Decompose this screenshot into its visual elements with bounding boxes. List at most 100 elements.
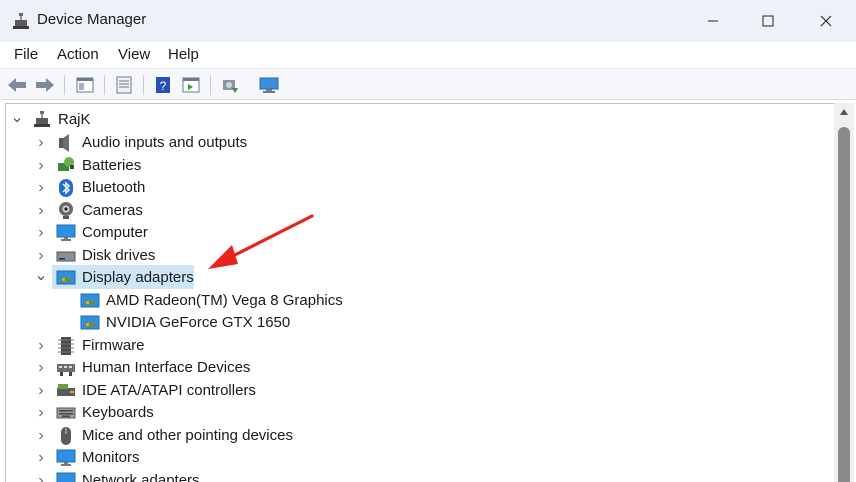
action-pane-button[interactable] [180, 74, 202, 96]
minimize-button[interactable] [685, 0, 741, 42]
menu-view[interactable]: View [118, 46, 150, 63]
toolbar: ? [0, 68, 856, 100]
maximize-icon [762, 15, 774, 27]
tree-item-monitors[interactable]: Monitors [82, 449, 140, 466]
ide-controller-icon [57, 383, 75, 396]
menu-bar: File Action View Help [0, 42, 856, 68]
svg-text:?: ? [160, 79, 167, 93]
expand-chevron[interactable] [36, 408, 46, 418]
tree-item-mice-and-other-pointing-devices[interactable]: Mice and other pointing devices [82, 427, 293, 444]
tree-child-item[interactable]: AMD Radeon(TM) Vega 8 Graphics [106, 292, 343, 309]
back-icon [8, 78, 26, 92]
display-adapter-device-icon [80, 315, 100, 330]
expand-chevron[interactable] [36, 431, 46, 441]
help-button[interactable]: ? [152, 74, 174, 96]
chevron-right-icon [39, 342, 44, 349]
close-button[interactable] [798, 0, 854, 42]
vertical-scrollbar[interactable] [834, 103, 854, 482]
properties-button[interactable] [113, 74, 135, 96]
expand-chevron[interactable] [36, 386, 46, 396]
camera-icon [59, 201, 73, 219]
window-title: Device Manager [37, 11, 147, 28]
scroll-up-button[interactable] [834, 105, 854, 119]
network-adapter-icon [56, 472, 76, 482]
update-driver-button[interactable] [219, 74, 241, 96]
collapse-chevron[interactable] [36, 273, 46, 283]
chevron-right-icon [39, 162, 44, 169]
tree-item-network-adapters[interactable]: Network adapters [82, 472, 200, 482]
chevron-down-icon [13, 118, 21, 123]
display-adapter-icon [56, 270, 76, 285]
chevron-right-icon [39, 184, 44, 192]
menu-file[interactable]: File [14, 46, 38, 63]
tree-item-disk-drives[interactable]: Disk drives [82, 247, 155, 264]
root-collapse-chevron[interactable] [12, 115, 22, 125]
expand-chevron[interactable] [36, 453, 46, 463]
tree-item-bluetooth[interactable]: Bluetooth [82, 179, 145, 196]
toolbar-separator [210, 75, 211, 95]
chevron-down-icon [37, 276, 45, 281]
tree-item-keyboards[interactable]: Keyboards [82, 404, 154, 421]
battery-icon [58, 156, 74, 171]
expand-chevron[interactable] [36, 476, 46, 482]
expand-chevron[interactable] [36, 138, 46, 148]
title-bar: Device Manager [0, 0, 856, 42]
scroll-up-arrow-icon [840, 109, 848, 115]
tree-item-human-interface-devices[interactable]: Human Interface Devices [82, 359, 250, 376]
expand-chevron[interactable] [36, 161, 46, 171]
annotation-arrow [208, 214, 314, 269]
chevron-right-icon [39, 229, 44, 237]
tree-item-firmware[interactable]: Firmware [82, 337, 145, 354]
expand-chevron[interactable] [36, 206, 46, 216]
toolbar-separator [104, 75, 105, 95]
chevron-right-icon [39, 432, 44, 439]
tree-item-batteries[interactable]: Batteries [82, 157, 141, 174]
mouse-icon [61, 426, 71, 445]
expand-chevron[interactable] [36, 363, 46, 373]
show-hide-tree-button[interactable] [74, 74, 96, 96]
tree-item-ide-ata-atapi-controllers[interactable]: IDE ATA/ATAPI controllers [82, 382, 256, 399]
chevron-right-icon [39, 387, 44, 394]
chevron-right-icon [39, 454, 44, 462]
action-pane-icon [182, 77, 200, 93]
tree-item-cameras[interactable]: Cameras [82, 202, 143, 219]
show-hide-tree-icon [76, 77, 94, 93]
scroll-thumb[interactable] [838, 127, 850, 482]
hid-icon [57, 364, 75, 376]
computer-icon [56, 224, 76, 241]
expand-chevron[interactable] [36, 341, 46, 351]
scan-hardware-button[interactable] [258, 74, 280, 96]
display-adapter-device-icon [80, 293, 100, 307]
expand-chevron[interactable] [36, 251, 46, 261]
close-icon [820, 15, 832, 27]
chevron-right-icon [39, 252, 44, 259]
update-driver-icon [223, 80, 238, 93]
chevron-right-icon [39, 207, 44, 214]
tree-item-audio-inputs-and-outputs[interactable]: Audio inputs and outputs [82, 134, 247, 151]
minimize-icon [708, 20, 718, 22]
forward-button[interactable] [34, 74, 56, 96]
toolbar-separator [143, 75, 144, 95]
tree-root-label[interactable]: RajK [58, 111, 91, 128]
help-icon: ? [156, 77, 170, 93]
expand-chevron[interactable] [36, 183, 46, 193]
tree-child-item[interactable]: NVIDIA GeForce GTX 1650 [106, 314, 290, 331]
forward-icon [36, 78, 54, 92]
chevron-right-icon [39, 139, 44, 147]
computer-root-icon [34, 111, 50, 127]
disk-drive-icon [56, 251, 76, 261]
firmware-icon [58, 336, 74, 355]
chevron-right-icon [39, 409, 44, 417]
bluetooth-icon [59, 179, 73, 197]
device-manager-icon [13, 13, 29, 29]
expand-chevron[interactable] [36, 228, 46, 238]
menu-action[interactable]: Action [57, 46, 99, 63]
speaker-icon [59, 134, 69, 152]
tree-item-display-adapters[interactable]: Display adapters [82, 269, 194, 286]
chevron-right-icon [39, 364, 44, 372]
menu-help[interactable]: Help [168, 46, 199, 63]
maximize-button[interactable] [740, 0, 796, 42]
back-button[interactable] [6, 74, 28, 96]
keyboard-icon [56, 407, 76, 419]
tree-item-computer[interactable]: Computer [82, 224, 148, 241]
